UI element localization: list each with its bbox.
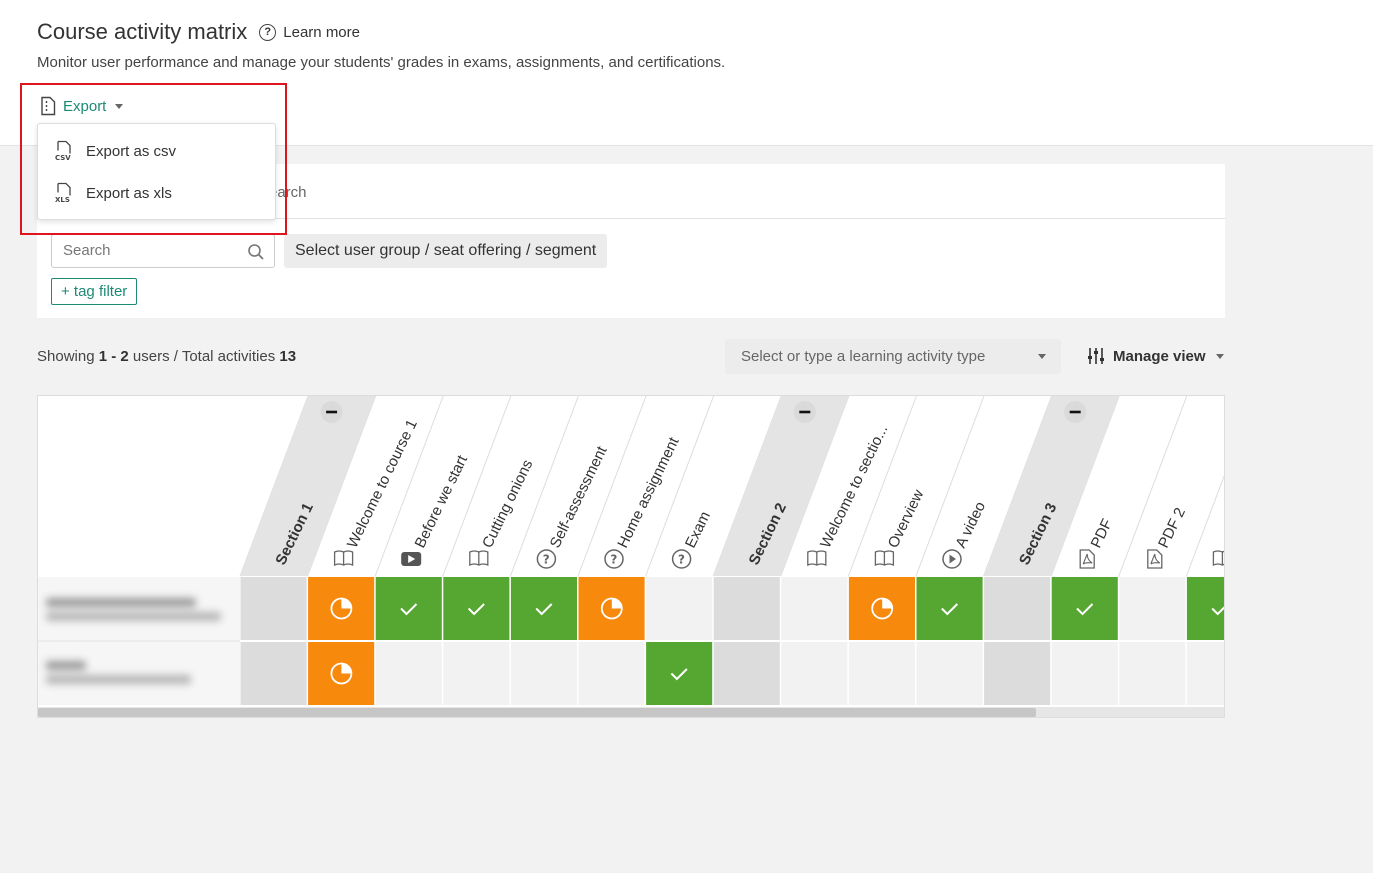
export-label: Export xyxy=(63,97,107,115)
column-separator xyxy=(915,396,985,577)
users-label: users xyxy=(132,348,170,365)
column-header-label[interactable]: Exam xyxy=(682,509,714,551)
matrix-cell[interactable] xyxy=(578,642,645,705)
pdf-icon xyxy=(1079,549,1095,569)
page-subtitle: Monitor user performance and manage your… xyxy=(37,54,726,71)
matrix-cell[interactable] xyxy=(1119,642,1186,705)
activity-type-placeholder: Select or type a learning activity type xyxy=(741,348,986,365)
column-header-label[interactable]: Cutting onions xyxy=(479,457,536,551)
user-row-2-name[interactable] xyxy=(44,659,229,699)
search-icon xyxy=(248,244,264,260)
column-header-label[interactable]: PDF xyxy=(1088,516,1116,550)
matrix-cell xyxy=(984,577,1051,640)
learn-more-label: Learn more xyxy=(283,23,360,41)
book-icon xyxy=(807,550,827,566)
export-button[interactable]: Export xyxy=(39,96,124,116)
matrix-cell xyxy=(713,577,780,640)
showing-summary: Showing 1 - 2 users / Total activities 1… xyxy=(37,348,296,365)
matrix-cell[interactable] xyxy=(848,577,915,640)
manage-view-button[interactable]: Manage view xyxy=(1087,347,1224,365)
caret-down-icon xyxy=(1038,354,1046,359)
matrix-cell[interactable] xyxy=(1186,642,1225,705)
column-header-label[interactable]: PDF 2 xyxy=(1155,505,1189,551)
column-header-label[interactable]: Self-assessment xyxy=(547,443,611,551)
column-header-label[interactable]: Overview xyxy=(885,487,928,551)
matrix-cell[interactable] xyxy=(443,642,510,705)
total-label: / Total activities xyxy=(173,348,276,365)
matrix-cell[interactable] xyxy=(308,642,375,705)
matrix-cell[interactable] xyxy=(443,577,510,640)
csv-file-icon: CSV xyxy=(55,140,71,162)
matrix-cell[interactable] xyxy=(308,577,375,640)
book-icon xyxy=(1212,550,1224,566)
matrix-cell[interactable] xyxy=(510,642,577,705)
xls-file-icon: XLS xyxy=(55,182,71,204)
matrix-cell[interactable] xyxy=(916,577,983,640)
page-title: Course activity matrix xyxy=(37,19,248,44)
scrollbar-thumb[interactable] xyxy=(38,708,1036,717)
question-glyph: ? xyxy=(610,553,617,567)
export-dropdown-menu: CSV Export as csv XLS Export as xls xyxy=(37,123,276,220)
question-glyph: ? xyxy=(678,553,685,567)
matrix-cell[interactable] xyxy=(375,642,442,705)
matrix-cell[interactable] xyxy=(848,642,915,705)
export-file-icon xyxy=(41,96,56,116)
showing-label: Showing xyxy=(37,348,95,365)
matrix-cell[interactable] xyxy=(1119,577,1186,640)
pdf-mark xyxy=(1082,553,1093,565)
svg-text:XLS: XLS xyxy=(55,196,70,204)
matrix-cell[interactable] xyxy=(510,577,577,640)
column-header-label[interactable]: A video xyxy=(952,499,989,551)
export-xls-item[interactable]: XLS Export as xls xyxy=(54,182,172,204)
sliders-icon xyxy=(1088,348,1104,364)
activity-matrix: Section 1 Welcome to course 1 Before we st… xyxy=(37,395,1225,718)
question-glyph: ? xyxy=(543,553,550,567)
learn-more-link[interactable]: ? Learn more xyxy=(259,23,360,41)
search-field[interactable] xyxy=(51,234,275,268)
caret-down-icon xyxy=(115,103,124,109)
help-circle-icon: ? xyxy=(259,23,277,41)
matrix-cell xyxy=(713,642,780,705)
column-header-label[interactable]: Before we start xyxy=(412,452,472,551)
manage-view-label: Manage view xyxy=(1113,347,1206,365)
column-separator xyxy=(1185,475,1224,577)
matrix-cell xyxy=(240,577,307,640)
matrix-cell[interactable] xyxy=(646,577,713,640)
search-input[interactable] xyxy=(63,242,243,259)
user-range: 1 - 2 xyxy=(98,348,129,365)
matrix-cell[interactable] xyxy=(1051,577,1118,640)
matrix-cell[interactable] xyxy=(1186,577,1225,640)
matrix-cell xyxy=(240,642,307,705)
book-icon xyxy=(333,550,354,566)
export-csv-label: Export as csv xyxy=(86,142,177,160)
tag-filter-button[interactable]: + tag filter xyxy=(51,278,138,305)
matrix-cell[interactable] xyxy=(375,577,442,640)
pdf-icon xyxy=(1147,549,1163,569)
pdf-mark xyxy=(1150,553,1161,565)
export-xls-label: Export as xls xyxy=(86,184,172,202)
matrix-cell[interactable] xyxy=(781,642,848,705)
book-icon xyxy=(469,550,489,566)
matrix-cell[interactable] xyxy=(646,642,713,705)
matrix-cell[interactable] xyxy=(916,642,983,705)
svg-text:CSV: CSV xyxy=(55,154,71,162)
caret-down-icon xyxy=(1215,353,1224,359)
matrix-cell[interactable] xyxy=(781,577,848,640)
matrix-cell[interactable] xyxy=(1051,642,1118,705)
matrix-cell xyxy=(984,642,1051,705)
export-csv-item[interactable]: CSV Export as csv xyxy=(54,140,176,162)
user-row-1-name[interactable] xyxy=(44,594,229,634)
play-triangle xyxy=(949,554,956,564)
activity-type-select[interactable]: Select or type a learning activity type xyxy=(725,339,1061,374)
total-activities-count: 13 xyxy=(279,348,297,365)
title-row: Course activity matrix ? Learn more xyxy=(37,19,360,45)
book-icon xyxy=(874,550,895,566)
user-group-select[interactable]: Select user group / seat offering / segm… xyxy=(284,234,608,268)
column-separator xyxy=(1118,396,1188,577)
matrix-cell[interactable] xyxy=(578,577,645,640)
